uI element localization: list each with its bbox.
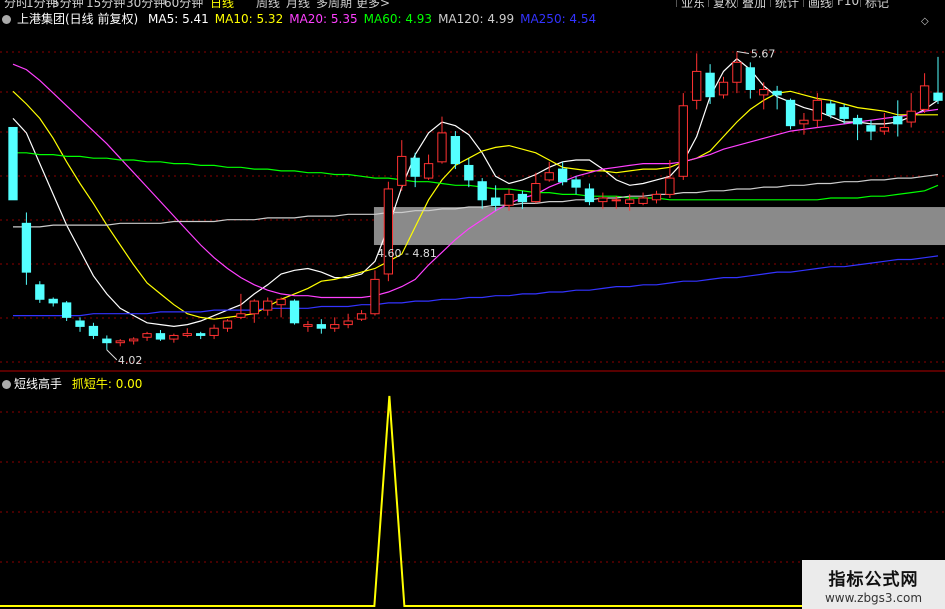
candle-body [866, 125, 876, 132]
candle-body [155, 333, 166, 340]
candle-body [8, 126, 18, 201]
candle-body [826, 103, 836, 116]
chart-canvas[interactable]: 5.67 4.02 4.60 - 4.81 [0, 0, 945, 609]
candle-body [196, 333, 206, 336]
ma-legend-item-1: MA10: 5.32 [214, 12, 284, 26]
candle-body [839, 107, 849, 119]
ma-line-ma20 [12, 63, 939, 299]
candle-body [852, 117, 863, 125]
candle-body [249, 300, 259, 315]
candle-body [745, 67, 755, 90]
candle-body [21, 222, 32, 273]
candle-body [893, 116, 903, 125]
candle-body [464, 164, 474, 181]
candle-body [343, 320, 353, 326]
candle-body [598, 197, 608, 203]
main-legend: 上港集团(日线 前复权) MA5: 5.41 MA10: 5.32 MA20: 5.… [0, 10, 608, 26]
candle-body [142, 333, 152, 338]
candle-body [61, 302, 72, 318]
candle-body [477, 181, 487, 201]
candle-body [316, 324, 326, 329]
candle-body [906, 110, 916, 123]
candle-body [759, 88, 769, 96]
ma-legend-item-0: MA5: 5.41 [148, 12, 209, 26]
candle-body [584, 188, 595, 203]
candle-body [276, 298, 286, 306]
candle-body [531, 183, 541, 203]
candle-body [397, 155, 407, 186]
candle-body [356, 313, 367, 320]
candle-body [182, 333, 192, 336]
candle-body [732, 61, 742, 83]
candle-body [772, 90, 782, 96]
candle-body [102, 338, 112, 344]
candle-body [88, 325, 99, 336]
price-zone-band [373, 207, 945, 246]
candle-body [289, 300, 300, 324]
candle-body [236, 313, 246, 318]
candle-body [115, 340, 125, 344]
candle-body [410, 157, 420, 177]
ma-legend: MA5: 5.41 MA10: 5.32 MA20: 5.35 MA60: 4.93 M… [148, 12, 602, 26]
candle-body [718, 81, 729, 96]
candle-body [490, 197, 501, 206]
candle-body [571, 179, 581, 188]
candle-body [128, 338, 139, 342]
candle-body [879, 126, 890, 132]
candle-body [222, 320, 233, 329]
ma-legend-item-2: MA20: 5.35 [289, 12, 358, 26]
ma-line-ma10 [12, 90, 938, 320]
candle-body [625, 199, 635, 204]
collapse-icon[interactable] [2, 380, 11, 389]
scroll-diamond-icon[interactable]: ◇ [921, 16, 929, 27]
high-price-label: 5.67 [751, 48, 776, 61]
candle-body [504, 193, 514, 206]
candle-body [812, 99, 823, 121]
candle-body [263, 300, 273, 311]
stock-title: 上港集团(日线 前复权) [17, 12, 139, 26]
candle-body [933, 92, 943, 101]
watermark-title: 指标公式网 [828, 570, 919, 590]
candle-body [611, 199, 621, 202]
candle-body [370, 278, 380, 315]
sub-indicator-title: 短线高手 [14, 377, 63, 391]
candle-body [517, 193, 528, 203]
candle-body [303, 324, 313, 327]
low-marker-line [106, 349, 118, 361]
candle-body [544, 172, 554, 181]
watermark-url: www.zbgs3.com [824, 591, 923, 605]
sub-indicator-value: 抓短牛: 0.00 [71, 377, 143, 391]
candle-body [705, 72, 715, 98]
sub-legend: 短线高手 抓短牛: 0.00 [0, 375, 142, 392]
candle-body [799, 119, 809, 125]
candle-body [330, 324, 340, 329]
candle-body [557, 168, 568, 183]
candle-body [75, 320, 85, 327]
watermark: 指标公式网 www.zbgs3.com [802, 560, 945, 609]
candle-body [209, 327, 219, 336]
candle-body [919, 85, 930, 110]
candle-body [450, 136, 461, 165]
low-price-label: 4.02 [118, 354, 143, 367]
candle-body [678, 105, 688, 177]
candle-body [692, 70, 702, 101]
ma-legend-item-5: MA250: 4.54 [520, 12, 597, 26]
candle-body [169, 334, 179, 340]
candle-body [437, 132, 447, 163]
high-marker-line [736, 51, 749, 55]
candle-body [638, 197, 648, 204]
candle-body [423, 163, 434, 179]
ma-legend-item-3: MA60: 4.93 [363, 12, 433, 26]
collapse-icon[interactable] [2, 15, 11, 24]
candle-body [48, 298, 58, 304]
candle-body [35, 284, 45, 300]
candle-body [651, 193, 662, 201]
ma-legend-item-4: MA120: 4.99 [438, 12, 515, 26]
candle-body [383, 188, 394, 275]
price-zone-label: 4.60 - 4.81 [377, 247, 437, 260]
candle-body [785, 99, 796, 127]
candle-body [665, 177, 675, 195]
ma-line-ma250 [13, 255, 939, 317]
